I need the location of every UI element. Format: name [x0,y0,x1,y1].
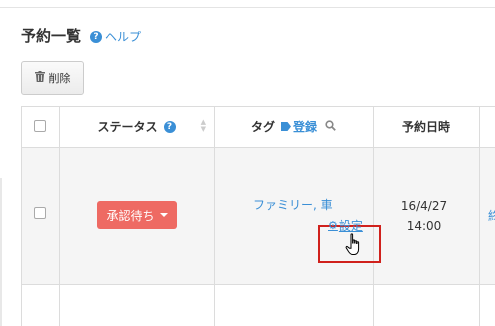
tag-register-label: 登録 [293,120,318,134]
search-icon[interactable] [325,119,336,134]
status-dropdown-button[interactable]: 承認待ち [97,201,177,229]
hand-cursor-icon [345,233,365,257]
help-link[interactable]: ? ヘルプ [90,28,141,45]
column-header-status[interactable]: ステータス ? ▲ ▼ [59,106,214,147]
table-border [21,147,495,148]
reserved-date: 16/4/27 [400,199,448,213]
row-tags[interactable]: ファミリー, 車 [253,196,333,213]
help-icon: ? [90,30,102,43]
table-border [21,106,22,326]
select-all-checkbox[interactable] [34,120,46,132]
caret-down-icon [159,213,168,217]
trash-icon [34,71,45,85]
reserved-at-cell: 16/4/27 14:00 [374,196,474,236]
sort-icon[interactable]: ▲ ▼ [201,119,206,133]
column-header-tag-label: タグ [250,120,275,134]
reservations-table: ステータス ? ▲ ▼ タグ 登録 予約日時 承認待ち ファミリー, 車 ⚙ 設定… [21,106,495,326]
reserved-time: 14:00 [406,219,442,233]
tag-settings-link[interactable]: ⚙ 設定 [328,217,363,234]
table-border [479,106,480,326]
status-label: 承認待ち [106,208,155,223]
status-help-icon[interactable]: ? [163,120,176,133]
page-title: 予約一覧 [21,27,82,45]
top-bar [0,0,495,8]
tag-settings-label: 設定 [338,219,363,233]
help-link-label: ヘルプ [105,30,142,44]
left-panel-edge [0,178,2,326]
column-header-status-label: ステータス [97,120,158,134]
table-border [21,284,495,285]
delete-button-label: 削除 [48,72,71,85]
tag-icon [281,122,291,131]
gear-icon: ⚙ [328,219,338,232]
row-checkbox[interactable] [34,207,46,219]
column-header-reserved-at-label: 予約日時 [401,120,450,134]
delete-button[interactable]: 削除 [21,61,84,95]
next-column-partial-text: 終 [488,209,495,223]
tag-register-link[interactable]: 登録 [281,118,317,135]
column-header-reserved-at[interactable]: 予約日時 [373,106,479,147]
column-header-tag: タグ 登録 [214,106,373,147]
